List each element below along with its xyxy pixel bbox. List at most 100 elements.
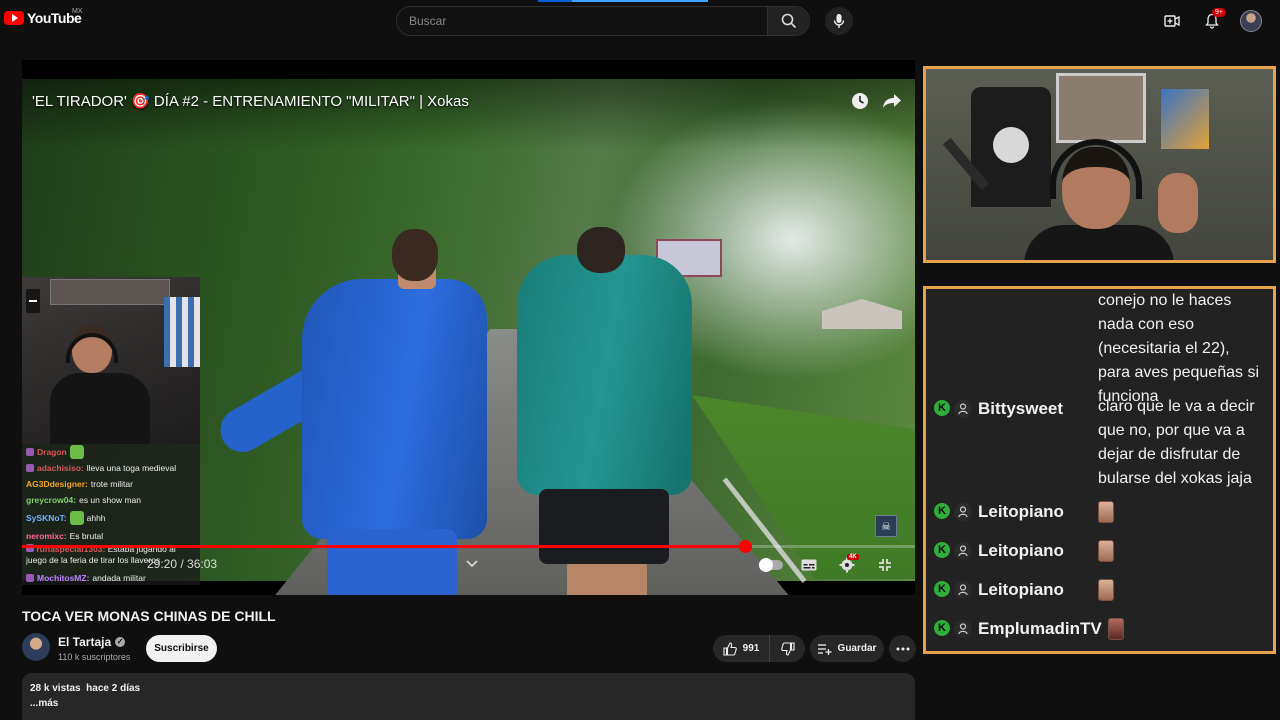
overlay-chat-user: AG3Ddesigner:: [26, 479, 88, 489]
subtitles-button[interactable]: [797, 554, 821, 576]
emote-icon: [69, 511, 84, 525]
overlay-chat-text: Es brutal: [69, 531, 104, 541]
chat-username[interactable]: Leitopiano: [978, 542, 1064, 560]
chat-message-author: K EmplumadinTV: [926, 612, 1102, 640]
overlay-chat-row: Dragon: [26, 444, 196, 460]
overlay-chat-row: SySKNoT: ahhh: [26, 508, 196, 528]
top-bar: YouTube MX 9+: [0, 0, 1280, 42]
chat-message: K Leitopiano: [926, 495, 1273, 523]
search-icon: [781, 13, 796, 29]
cam-headset-icon: [1050, 139, 1142, 199]
channel-avatar[interactable]: [22, 633, 50, 661]
chat-emote-icon: [1098, 579, 1114, 601]
chat-emote-icon: [1098, 540, 1114, 562]
cam-jersey: [971, 87, 1051, 207]
chat-emote-icon: [1107, 618, 1124, 640]
verified-check-icon: ✓: [115, 637, 126, 647]
chat-message: K Bittysweet claro que le va a decir que…: [926, 392, 1273, 491]
quality-badge: 4K: [847, 554, 859, 560]
overlay-chat-row: neromixc: Es brutal: [26, 528, 196, 544]
chat-message-author: K Bittysweet: [926, 392, 1098, 491]
video-player[interactable]: 'EL TIRADOR' 🎯 DÍA #2 - ENTRENAMIENTO "M…: [22, 60, 915, 595]
channel-name[interactable]: El Tartaja: [58, 635, 111, 649]
chat-username[interactable]: EmplumadinTV: [978, 620, 1102, 638]
exit-fullscreen-icon: [879, 559, 891, 571]
chat-message-author: K Leitopiano: [926, 495, 1098, 523]
overlay-chat-text: ahhh: [86, 513, 106, 523]
youtube-page: YouTube MX 9+: [0, 0, 1280, 720]
chat-kick-badge-icon: K: [934, 542, 950, 558]
overlay-chat-user: neromixc:: [26, 531, 67, 541]
overlay-chat-text: lleva una toga medieval: [86, 463, 177, 473]
pip-shelf: [50, 279, 170, 305]
video-person-green: [517, 227, 697, 595]
video-house: [822, 299, 902, 329]
thumbs-up-icon: [723, 641, 737, 656]
video-person-blue-head: [392, 229, 438, 281]
notifications-button[interactable]: 9+: [1200, 8, 1226, 33]
chat-badge-icon: [26, 464, 34, 472]
save-button[interactable]: Guardar: [810, 635, 884, 662]
search-button[interactable]: [767, 7, 809, 35]
video-person-blue: [202, 229, 492, 595]
video-overlay-actions: [849, 90, 903, 112]
cam-streamer-hand: [1158, 173, 1198, 233]
clock-icon: [852, 93, 868, 109]
user-icon: [954, 400, 972, 418]
video-person-green-head: [577, 227, 625, 273]
progress-bar[interactable]: [22, 540, 915, 553]
voice-search-button[interactable]: [825, 7, 853, 35]
pip-streamer: [50, 325, 150, 444]
view-date-row: 28 k vistas hace 2 días: [30, 683, 907, 694]
page-load-bar: [538, 0, 708, 2]
top-right-actions: 9+: [1160, 8, 1262, 33]
overlay-chat-row: AG3Ddesigner: trote militar: [26, 476, 196, 492]
player-controls-right: 4K: [759, 554, 897, 576]
region-code: MX: [72, 8, 83, 15]
video-overlay-title[interactable]: 'EL TIRADOR' 🎯 DÍA #2 - ENTRENAMIENTO "M…: [32, 92, 469, 110]
account-avatar[interactable]: [1240, 10, 1262, 32]
exit-fullscreen-button[interactable]: [873, 554, 897, 576]
share-button[interactable]: [881, 90, 903, 112]
description-box[interactable]: 28 k vistas hace 2 días ...más: [22, 673, 915, 720]
chat-emote-icon: [1098, 501, 1114, 523]
youtube-play-icon: [4, 11, 24, 25]
chat-username[interactable]: Leitopiano: [978, 503, 1064, 521]
pip-jersey: [164, 297, 200, 367]
streamer-webcam-panel: [923, 66, 1276, 263]
settings-button[interactable]: 4K: [835, 554, 859, 576]
chat-username[interactable]: Bittysweet: [978, 400, 1063, 418]
subscriber-count: 110 k suscriptores: [58, 652, 131, 662]
create-button[interactable]: [1160, 9, 1184, 33]
microphone-icon: [833, 14, 845, 28]
autoplay-switch-icon: [759, 558, 783, 572]
cam-streamer-body: [1024, 225, 1174, 260]
overlay-chat-user: Dragon: [37, 447, 67, 457]
autoplay-toggle[interactable]: [759, 554, 783, 576]
video-person-green-torso: [517, 255, 692, 495]
share-arrow-icon: [883, 94, 901, 108]
page-title: TOCA VER MONAS CHINAS DE CHILL: [22, 608, 276, 624]
user-icon: [954, 581, 972, 599]
overlay-chat-text: es un show man: [79, 495, 141, 505]
channel-watermark-icon[interactable]: ☠: [875, 515, 897, 537]
expand-button[interactable]: [462, 554, 482, 574]
subscribe-button[interactable]: Suscribirse: [146, 635, 217, 662]
chat-username[interactable]: Leitopiano: [978, 581, 1064, 599]
overlay-chat-user: adachisiso:: [37, 463, 84, 473]
chat-kick-badge-icon: K: [934, 503, 950, 519]
cam-streamer: [1024, 135, 1174, 260]
like-button[interactable]: 991: [713, 635, 770, 662]
more-actions-button[interactable]: [889, 635, 916, 662]
youtube-logo[interactable]: YouTube MX: [4, 8, 83, 26]
playlist-add-icon: [817, 643, 832, 655]
show-more-link[interactable]: ...más: [30, 698, 907, 709]
notification-count-badge: 9+: [1212, 8, 1226, 17]
search-input[interactable]: [397, 7, 767, 35]
dislike-button[interactable]: [770, 635, 805, 662]
create-video-icon: [1164, 15, 1180, 27]
user-icon: [954, 503, 972, 521]
subtitles-icon: [801, 559, 817, 571]
watch-later-button[interactable]: [849, 90, 871, 112]
chat-message: K Leitopiano: [926, 573, 1273, 601]
